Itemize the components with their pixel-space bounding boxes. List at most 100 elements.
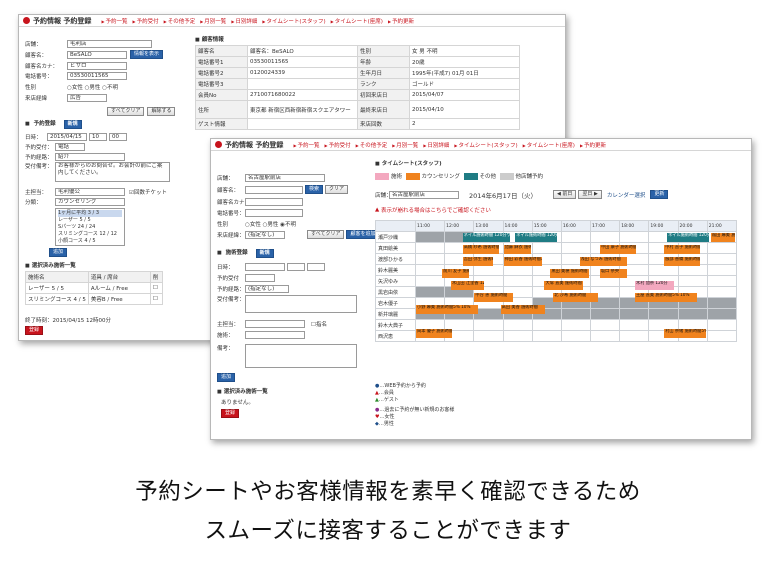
appointment-block[interactable]: 高橋 紗希 施術時間60分 bbox=[462, 245, 499, 254]
appointment-block[interactable]: 坂口 奈央 bbox=[599, 269, 628, 278]
appointment-block[interactable]: 岡本 優子 施術時間1.5h bbox=[416, 329, 452, 338]
note-textarea[interactable] bbox=[245, 344, 357, 368]
accept-select[interactable] bbox=[245, 273, 275, 282]
memo-textarea[interactable] bbox=[245, 295, 357, 313]
memo-textarea[interactable]: お客様からのお問合せ。お会計の前にご案内してください。 bbox=[55, 162, 170, 182]
nav-other-plans[interactable]: その他予定 bbox=[164, 17, 196, 25]
clear-button[interactable]: クリア bbox=[325, 185, 349, 194]
gender-female-radio[interactable]: ○女性 bbox=[245, 220, 261, 228]
appointment-block[interactable]: 前川 友子 施術時間 bbox=[442, 269, 470, 278]
register-button[interactable]: 登録 bbox=[25, 326, 44, 335]
nav-timesheet-seat[interactable]: タイムシート(座席) bbox=[523, 141, 575, 149]
time-slot[interactable] bbox=[502, 319, 533, 331]
appointment-block[interactable]: 大塚 直美 施術時間 bbox=[544, 281, 584, 290]
menu-select[interactable] bbox=[245, 330, 305, 339]
time-slot[interactable] bbox=[706, 264, 738, 276]
new-reserve-button[interactable]: 新規 bbox=[63, 120, 82, 129]
store-select[interactable]: 毛利店 bbox=[67, 39, 152, 48]
time-slot[interactable] bbox=[677, 264, 708, 276]
store-select[interactable]: 名古屋駅前店 bbox=[245, 173, 325, 182]
nav-reserve-update[interactable]: 予約更新 bbox=[580, 141, 606, 149]
appointment-block[interactable]: 服部 香織 施術時間 bbox=[664, 257, 701, 266]
delete-checkbox[interactable]: ☐ bbox=[149, 293, 163, 305]
time-slot[interactable] bbox=[706, 242, 738, 254]
time-slot[interactable] bbox=[706, 286, 738, 298]
prev-day-button[interactable]: ◀ 前日 bbox=[552, 190, 577, 199]
next-day-button[interactable]: 翌日 ▶ bbox=[578, 190, 602, 199]
gender-male-radio[interactable]: ○男性 bbox=[263, 220, 279, 228]
time-slot[interactable] bbox=[414, 275, 446, 287]
list-item[interactable]: レーザー 5 / 5 bbox=[58, 217, 122, 224]
calendar-link[interactable]: カレンダー選択 bbox=[607, 191, 646, 199]
time-slot[interactable] bbox=[619, 330, 650, 342]
appointment-block[interactable]: 中谷 恵 施術時間 bbox=[474, 293, 514, 302]
time-slot[interactable] bbox=[648, 264, 679, 276]
time-slot[interactable] bbox=[531, 242, 562, 254]
time-slot[interactable] bbox=[706, 330, 738, 342]
time-slot[interactable] bbox=[473, 264, 504, 276]
time-slot[interactable] bbox=[560, 330, 592, 342]
time-slot[interactable] bbox=[677, 308, 708, 320]
time-slot[interactable] bbox=[560, 231, 592, 243]
store2-select[interactable]: 名古屋駅前店 bbox=[389, 190, 459, 199]
appointment-block[interactable]: 加藤 麻衣 施術時間 bbox=[503, 245, 531, 254]
nav-monthly-list[interactable]: 月別一覧 bbox=[392, 141, 418, 149]
appointment-block[interactable]: 木村 加奈 120分 bbox=[635, 281, 674, 290]
nav-reserve-list[interactable]: 予約一覧 bbox=[101, 17, 128, 25]
time-slot[interactable] bbox=[560, 242, 592, 254]
route-select[interactable]: 紹介 bbox=[55, 152, 125, 161]
route-select[interactable]: (指定なし) bbox=[245, 284, 289, 293]
add-menu-button[interactable]: 追加 bbox=[217, 373, 236, 382]
time-slot[interactable] bbox=[706, 319, 738, 331]
menu-list[interactable]: 1ヶ月に平均 3 / 3 レーザー 5 / 5 Sパーツ 24 / 24 スリミ… bbox=[55, 208, 125, 246]
appointment-block[interactable]: ネイル施術時間 120分ワックスリフトアップ bbox=[515, 233, 558, 242]
clear-all-button[interactable]: すべてクリア bbox=[107, 107, 145, 116]
status-select[interactable]: 電話 bbox=[55, 142, 85, 151]
appointment-block[interactable]: ネイル施術時間 120分ワックスリフトアップ bbox=[462, 233, 511, 242]
gender-male-radio[interactable]: ○男性 bbox=[85, 83, 101, 91]
update-button[interactable]: 更新 bbox=[650, 190, 669, 199]
source-select[interactable]: 広告 bbox=[67, 93, 107, 102]
nav-reserve-list[interactable]: 予約一覧 bbox=[293, 141, 320, 149]
time-slot[interactable] bbox=[619, 308, 650, 320]
time-slot[interactable] bbox=[502, 275, 533, 287]
appointment-block[interactable]: 中田 康子 施術時間 bbox=[599, 245, 636, 254]
time-slot[interactable] bbox=[706, 308, 738, 320]
time-slot[interactable] bbox=[502, 330, 533, 342]
time-slot[interactable] bbox=[473, 319, 504, 331]
time-slot[interactable] bbox=[677, 275, 708, 287]
hour-select[interactable]: 10 bbox=[89, 132, 107, 141]
appointment-block[interactable]: 神田 彩香 施術時間3% bbox=[503, 257, 543, 266]
appointment-block[interactable]: 吉田 弥生 施術時間 bbox=[462, 257, 493, 266]
customer-kana-input[interactable]: ビサロ bbox=[67, 61, 127, 70]
appointment-block[interactable]: 福田 麻美 施術時間5% bbox=[710, 233, 736, 242]
new-reserve-button[interactable]: 新規 bbox=[255, 249, 274, 258]
date-input[interactable]: 2015/04/15 bbox=[47, 132, 87, 141]
time-slot[interactable] bbox=[590, 330, 621, 342]
show-info-button[interactable]: 情報を表示 bbox=[130, 50, 164, 59]
assign-checkbox[interactable]: ☐指名 bbox=[311, 320, 327, 328]
nav-daily-detail[interactable]: 日別詳細 bbox=[231, 17, 257, 25]
appointment-block[interactable]: 北 沙希 施術時間 bbox=[553, 293, 598, 302]
time-slot[interactable] bbox=[414, 253, 446, 265]
nav-timesheet-seat[interactable]: タイムシート(座席) bbox=[331, 17, 383, 25]
appointment-block[interactable]: 黒田 美穂 施術時間 bbox=[550, 269, 590, 278]
appointment-block[interactable]: 小野 麻美 施術時間5% 10% bbox=[416, 305, 479, 314]
appointment-block[interactable]: 土屋 直美 施術時間5% 10% bbox=[635, 293, 698, 302]
time-slot[interactable] bbox=[414, 264, 446, 276]
appointment-block[interactable]: 村山 奈緒 施術時間5% bbox=[664, 329, 706, 338]
ticket-checkbox[interactable]: ☑回数チケット bbox=[129, 188, 167, 196]
register-button[interactable]: 登録 bbox=[221, 409, 240, 418]
tel-input[interactable]: 03530011565 bbox=[67, 71, 127, 80]
kana-input[interactable] bbox=[245, 197, 303, 206]
appointment-block[interactable]: 木山田 江里香 120分 bbox=[451, 281, 485, 290]
source-select[interactable]: (指定なし) bbox=[245, 230, 285, 239]
gender-unknown-radio[interactable]: ○不明 bbox=[102, 83, 118, 91]
nav-timesheet-staff[interactable]: タイムシート(スタッフ) bbox=[262, 17, 325, 25]
time-slot[interactable] bbox=[414, 286, 446, 298]
gender-unknown-radio[interactable]: ◉不明 bbox=[280, 220, 296, 228]
date-input[interactable] bbox=[245, 262, 285, 271]
name-input[interactable] bbox=[245, 185, 303, 194]
nav-reserve-accept[interactable]: 予約受付 bbox=[133, 17, 159, 25]
search-button[interactable]: 検索 bbox=[305, 185, 324, 194]
